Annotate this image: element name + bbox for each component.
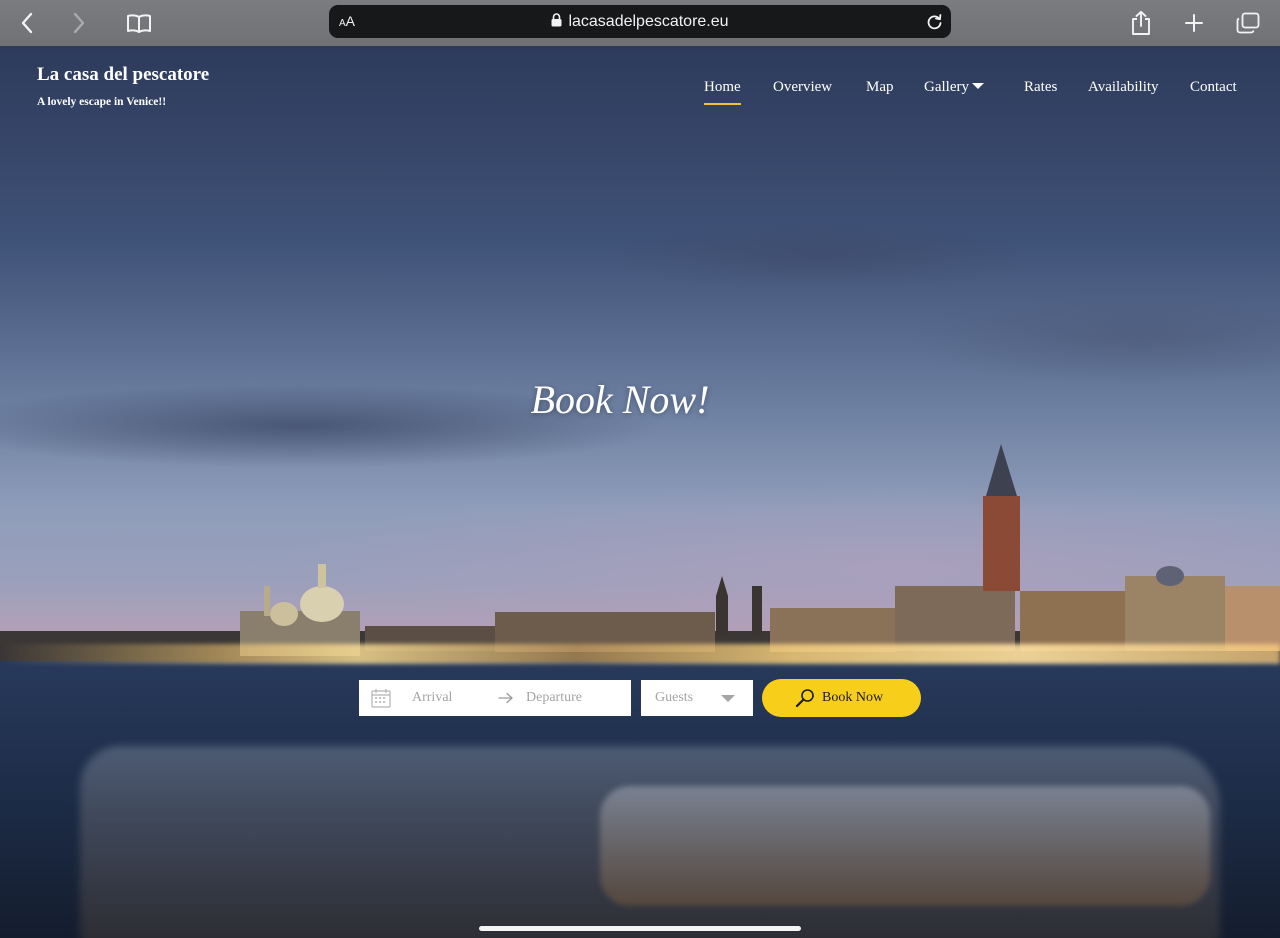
tabs-overview-button[interactable] — [1234, 0, 1262, 46]
calendar-icon — [371, 689, 391, 708]
dropdown-arrow-icon — [721, 695, 735, 702]
search-icon — [795, 689, 814, 708]
reload-icon[interactable] — [926, 13, 943, 31]
plus-icon — [1185, 14, 1203, 32]
nav-item-rates[interactable]: Rates — [1024, 79, 1057, 96]
share-button[interactable] — [1128, 0, 1154, 46]
tabs-icon — [1236, 12, 1260, 34]
back-button[interactable] — [14, 0, 40, 46]
hero-section: La casa del pescatore A lovely escape in… — [0, 46, 1280, 938]
book-now-label: Book Now — [822, 690, 884, 705]
browser-toolbar: AAAA lacasadelpescatore.eu — [0, 0, 1280, 46]
nav-item-contact[interactable]: Contact — [1190, 79, 1237, 96]
nav-item-availability[interactable]: Availability — [1088, 79, 1159, 96]
url-text: lacasadelpescatore.eu — [568, 13, 729, 30]
book-now-button[interactable]: Book Now — [762, 679, 921, 717]
bookmarks-button[interactable] — [124, 0, 154, 46]
nav-item-home[interactable]: Home — [704, 79, 741, 105]
venice-skyline-illustration — [0, 444, 1280, 661]
chevron-right-icon — [73, 12, 85, 34]
date-range-picker[interactable]: Arrival Departure — [359, 680, 631, 716]
share-icon — [1132, 10, 1150, 35]
main-nav: Home Overview Map Gallery Rates Availabi… — [0, 79, 1280, 109]
nav-item-map[interactable]: Map — [866, 79, 894, 96]
guests-select[interactable]: Guests — [641, 680, 753, 716]
departure-field[interactable]: Departure — [526, 680, 582, 716]
nav-item-gallery[interactable]: Gallery — [924, 79, 984, 96]
city-lights-reflection — [0, 644, 1280, 664]
nav-item-gallery-label: Gallery — [924, 79, 969, 95]
home-indicator[interactable] — [479, 926, 801, 931]
lock-icon — [551, 13, 562, 27]
chevron-left-icon — [21, 12, 33, 34]
nav-item-overview[interactable]: Overview — [773, 79, 832, 96]
new-tab-button[interactable] — [1181, 0, 1207, 46]
url-display[interactable]: lacasadelpescatore.eu — [329, 5, 951, 38]
boat-deck-foreground — [600, 786, 1210, 906]
arrow-right-icon — [498, 692, 513, 704]
forward-button[interactable] — [66, 0, 92, 46]
book-icon — [127, 14, 151, 33]
caret-down-icon — [971, 83, 984, 89]
book-now-heading: Book Now! — [530, 377, 710, 422]
arrival-field[interactable]: Arrival — [412, 680, 452, 716]
address-bar[interactable]: AAAA lacasadelpescatore.eu — [329, 5, 951, 38]
guests-placeholder: Guests — [655, 690, 694, 705]
